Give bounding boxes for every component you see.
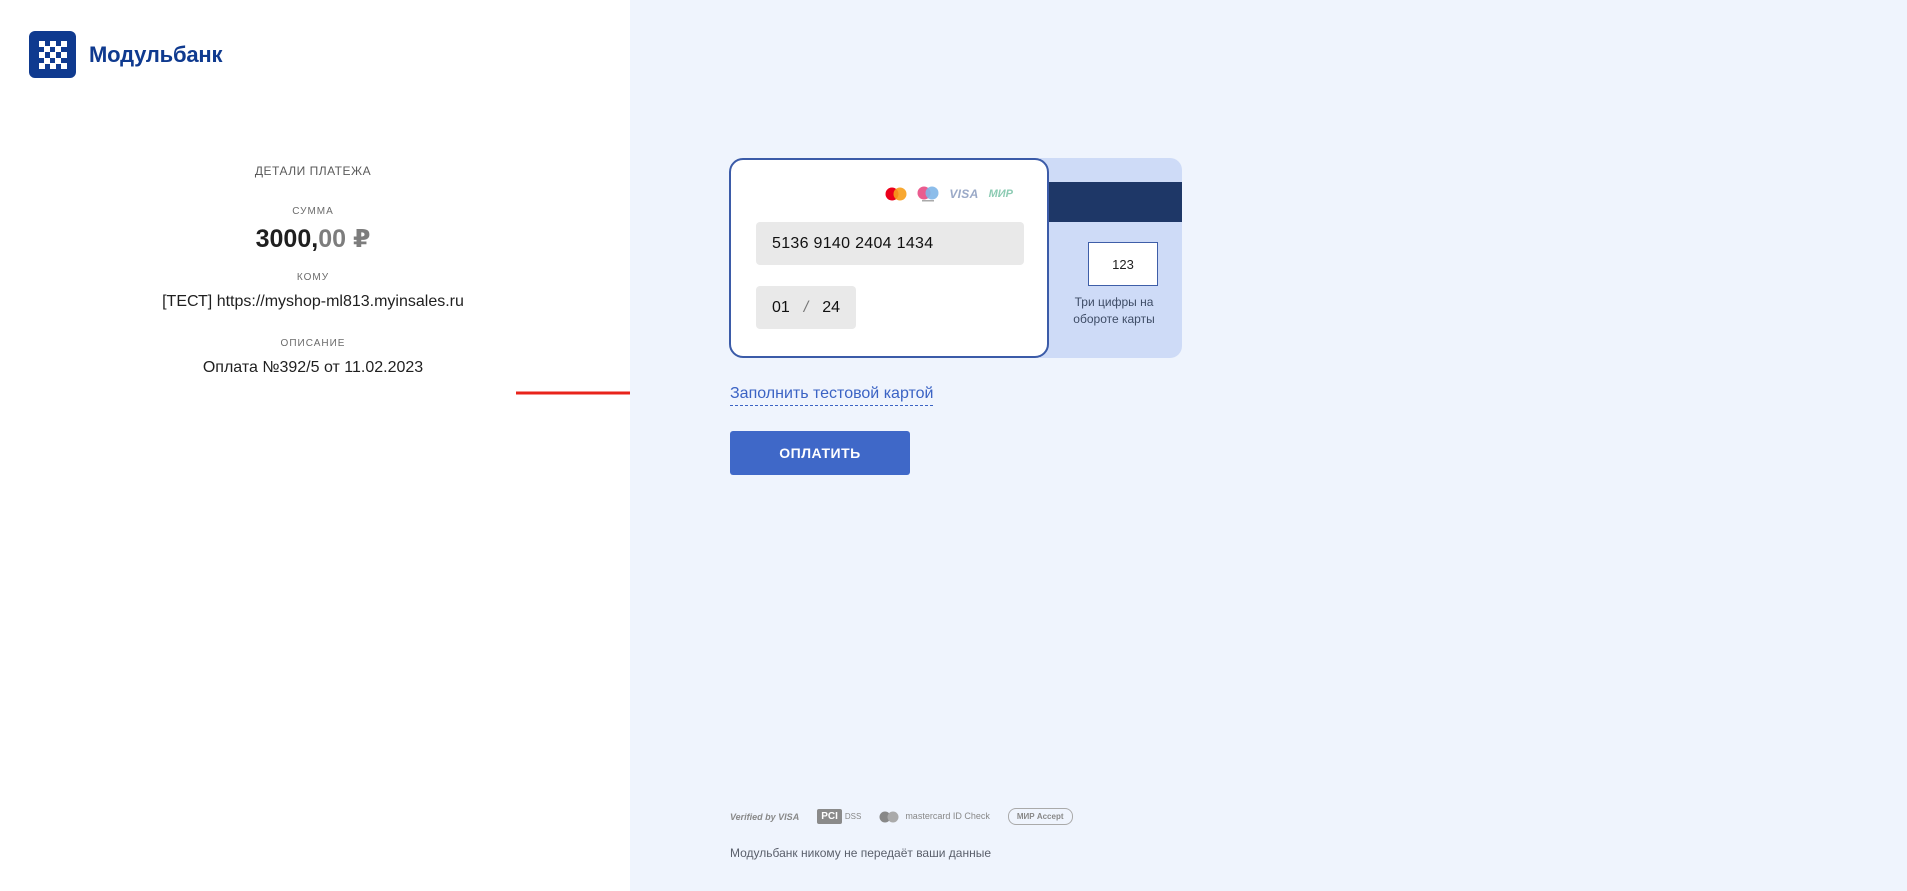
pay-button[interactable]: ОПЛАТИТЬ	[730, 431, 910, 475]
pci-label: PCI	[817, 809, 842, 824]
verified-by-visa-badge: Verified by VISA	[730, 811, 800, 822]
card-front: VISA МИР 5136 9140 2404 1434 01 / 24	[729, 158, 1049, 358]
pci-dss-badge: PCI DSS	[817, 809, 861, 824]
mastercard-icon	[885, 187, 907, 201]
recipient-label: КОМУ	[296, 272, 330, 283]
expiry-year[interactable]: 24	[822, 299, 840, 317]
expiry-month[interactable]: 01	[772, 299, 790, 317]
visa-icon: VISA	[949, 187, 979, 201]
security-badges: Verified by VISA PCI DSS mastercard ID C…	[730, 808, 1073, 825]
cvv-input[interactable]: 123	[1088, 242, 1158, 286]
card-back: 123 Три цифры на обороте карты	[1040, 158, 1182, 358]
left-panel: Модульбанк ДЕТАЛИ ПЛАТЕЖА СУММА 3000,00 …	[0, 0, 726, 891]
description-label: ОПИСАНИЕ	[280, 338, 346, 349]
payment-amount: 3000,00 ₽	[0, 224, 626, 254]
brand-name: Модульбанк	[89, 41, 223, 67]
amount-cents: 00	[318, 225, 346, 253]
mir-icon: МИР	[988, 188, 1013, 200]
sum-label: СУММА	[292, 206, 334, 217]
mir-accept-badge: МИР Accept	[1007, 808, 1073, 825]
mastercard-id-check-badge: mastercard ID Check	[879, 811, 990, 823]
expiry-input[interactable]: 01 / 24	[756, 286, 856, 329]
cvv-hint: Три цифры на обороте карты	[1073, 295, 1155, 326]
mastercard-grey-icon	[879, 811, 899, 822]
privacy-note: Модульбанк никому не передаёт ваши данны…	[730, 846, 991, 860]
brand-logo[interactable]: Модульбанк	[29, 31, 222, 78]
magnetic-stripe	[1040, 182, 1182, 222]
dss-label: DSS	[844, 812, 862, 821]
recipient-value: [ТЕСТ] https://myshop-ml813.myinsales.ru	[162, 293, 464, 310]
payment-details-title: ДЕТАЛИ ПЛАТЕЖА	[254, 164, 372, 178]
card-brand-icons: VISA МИР	[885, 186, 1013, 202]
description-value: Оплата №392/5 от 11.02.2023	[202, 359, 424, 376]
expiry-separator: /	[803, 298, 809, 316]
currency-symbol: ₽	[352, 225, 371, 253]
modulbank-logo-icon	[29, 31, 76, 78]
maestro-icon	[917, 186, 939, 202]
fill-test-card-link[interactable]: Заполнить тестовой картой	[730, 385, 934, 406]
card-number-input[interactable]: 5136 9140 2404 1434	[756, 222, 1024, 265]
amount-whole: 3000,	[255, 225, 319, 253]
mastercard-id-check-label: mastercard ID Check	[905, 811, 990, 821]
